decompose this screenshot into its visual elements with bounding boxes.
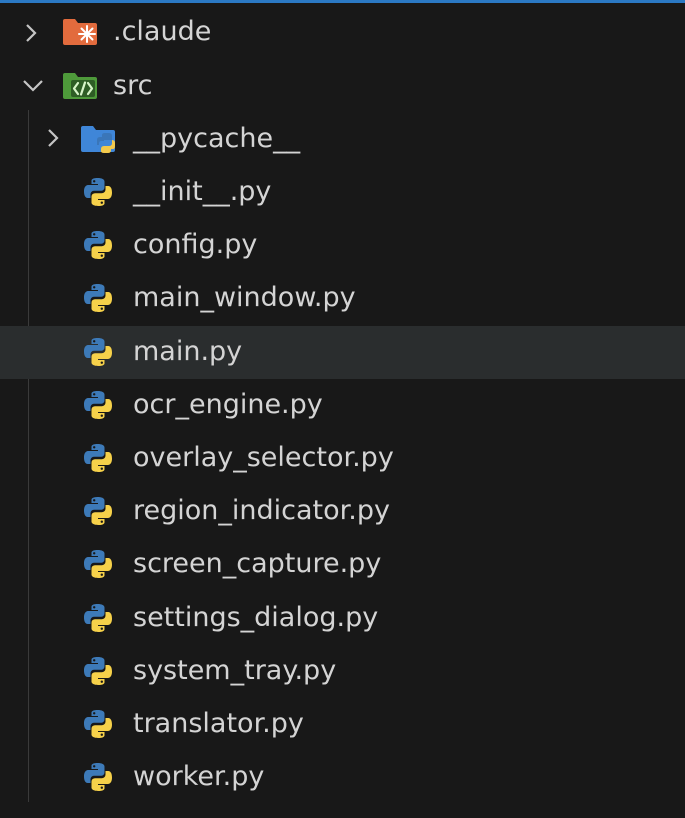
tree-item-label: __init__.py — [133, 176, 272, 207]
tree-item-label: main.py — [133, 336, 243, 367]
tree-item-file[interactable]: main_window.py — [0, 272, 685, 325]
python-file-icon — [84, 231, 112, 259]
python-file-icon — [84, 497, 112, 525]
python-folder-icon — [81, 126, 115, 153]
python-file-icon — [84, 444, 112, 472]
tree-item-claude-folder[interactable]: .claude — [0, 6, 685, 59]
tree-item-label: overlay_selector.py — [133, 442, 394, 473]
python-file-icon — [84, 284, 112, 312]
python-file-icon — [84, 657, 112, 685]
tree-item-src-folder[interactable]: src — [0, 60, 685, 113]
python-file-icon — [84, 710, 112, 738]
tree-item-label: ocr_engine.py — [133, 389, 323, 420]
tree-item-label: screen_capture.py — [133, 548, 382, 579]
tree-item-file[interactable]: translator.py — [0, 698, 685, 751]
tree-item-label: config.py — [133, 229, 258, 260]
tree-item-file[interactable]: worker.py — [0, 751, 685, 804]
chevron-right-icon[interactable] — [42, 127, 64, 149]
tree-item-label: worker.py — [133, 761, 265, 792]
tree-item-label: __pycache__ — [133, 123, 301, 154]
python-file-icon — [84, 604, 112, 632]
python-file-icon — [84, 338, 112, 366]
tree-item-label: translator.py — [133, 708, 304, 739]
tree-item-file[interactable]: screen_capture.py — [0, 538, 685, 591]
focus-border — [0, 0, 685, 3]
file-explorer: .claude src __pycache__ __init__.py conf… — [0, 0, 685, 818]
tree-item-label: system_tray.py — [133, 655, 337, 686]
tree-item-label: region_indicator.py — [133, 495, 390, 526]
python-file-icon — [84, 178, 112, 206]
python-file-icon — [84, 763, 112, 791]
claude-folder-icon — [63, 19, 97, 45]
tree-item-file[interactable]: config.py — [0, 219, 685, 272]
tree-item-file[interactable]: region_indicator.py — [0, 485, 685, 538]
tree-item-label: .claude — [113, 16, 212, 47]
tree-item-file[interactable]: __init__.py — [0, 166, 685, 219]
tree-item-file[interactable]: ocr_engine.py — [0, 379, 685, 432]
source-folder-icon — [63, 73, 97, 99]
tree-item-file[interactable]: main.py — [0, 326, 685, 379]
chevron-right-icon[interactable] — [20, 22, 42, 44]
tree-item-file[interactable]: overlay_selector.py — [0, 432, 685, 485]
python-file-icon — [84, 391, 112, 419]
tree-item-label: settings_dialog.py — [133, 602, 379, 633]
tree-item-file[interactable]: settings_dialog.py — [0, 592, 685, 645]
tree-item-file[interactable]: system_tray.py — [0, 645, 685, 698]
tree-item-pycache-folder[interactable]: __pycache__ — [0, 113, 685, 166]
chevron-down-icon[interactable] — [22, 74, 44, 96]
tree-item-label: main_window.py — [133, 282, 356, 313]
python-file-icon — [84, 550, 112, 578]
tree-item-label: src — [113, 70, 153, 101]
